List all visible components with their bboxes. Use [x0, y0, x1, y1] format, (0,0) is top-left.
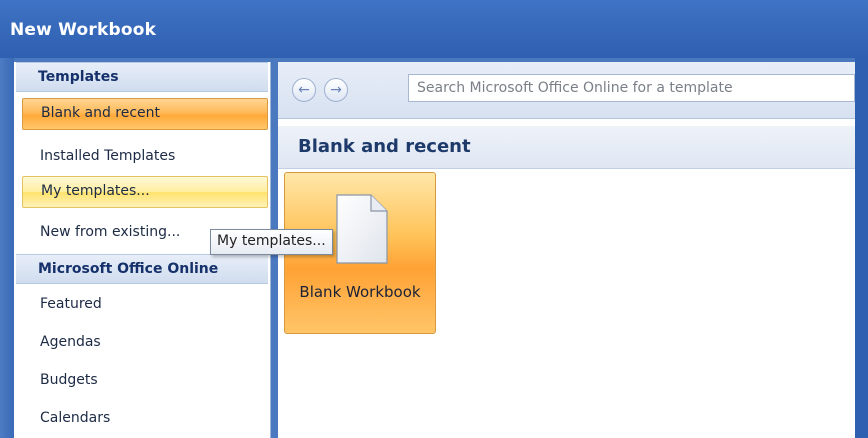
online-section-header: Microsoft Office Online: [16, 254, 268, 284]
blank-document-icon: [336, 194, 388, 264]
content-section-title: Blank and recent: [298, 136, 471, 157]
sidebar-item-my-templates[interactable]: My templates...: [22, 176, 268, 208]
search-toolbar: ← → Search Microsoft Office Online for a…: [278, 62, 855, 119]
sidebar-item-budgets[interactable]: Budgets: [16, 362, 268, 398]
sidebar-item-featured[interactable]: Featured: [16, 286, 268, 322]
tile-label: Blank Workbook: [299, 283, 421, 301]
sidebar-item-installed-templates[interactable]: Installed Templates: [16, 138, 268, 174]
content-section-header: Blank and recent: [278, 126, 855, 169]
forward-arrow-icon[interactable]: →: [324, 78, 348, 102]
back-arrow-icon[interactable]: ←: [292, 78, 316, 102]
template-search-input[interactable]: Search Microsoft Office Online for a tem…: [408, 74, 855, 102]
sidebar-item-calendars[interactable]: Calendars: [16, 400, 268, 436]
window-frame-left: [0, 58, 14, 438]
sidebar-item-agendas[interactable]: Agendas: [16, 324, 268, 360]
window-frame-right: [855, 58, 868, 438]
templates-section-header: Templates: [16, 62, 268, 92]
window-title-bar: New Workbook: [0, 0, 868, 58]
tooltip: My templates...: [210, 229, 333, 255]
window-title: New Workbook: [10, 20, 157, 40]
templates-content-pane: ← → Search Microsoft Office Online for a…: [278, 62, 855, 438]
sidebar-item-blank-and-recent[interactable]: Blank and recent: [22, 98, 268, 130]
